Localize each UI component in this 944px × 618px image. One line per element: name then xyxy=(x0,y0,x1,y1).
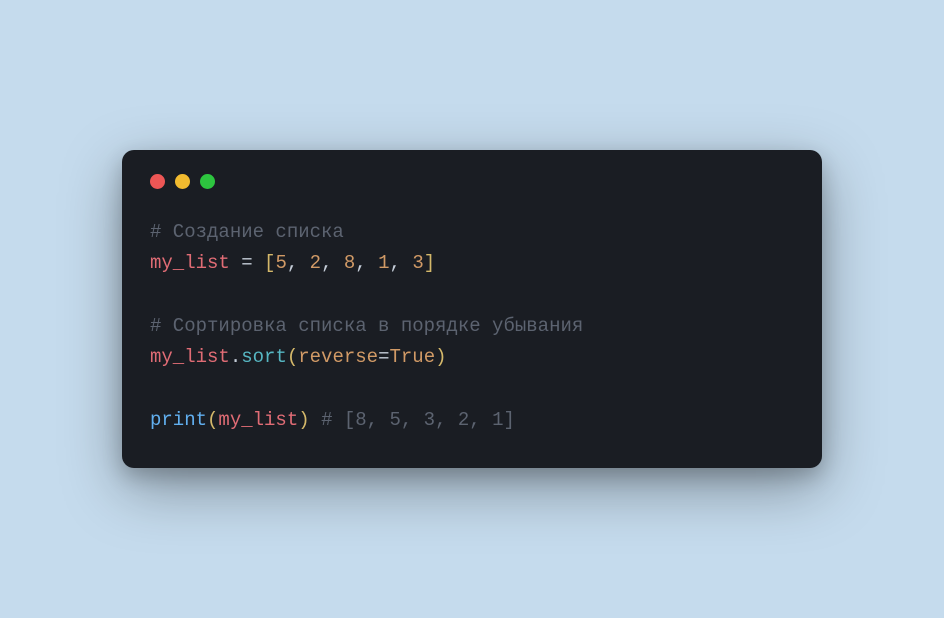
code-comment: # Сортировка списка в порядке убывания xyxy=(150,315,583,337)
code-comment: # [8, 5, 3, 2, 1] xyxy=(321,409,515,431)
code-method: sort xyxy=(241,346,287,368)
code-builtin: print xyxy=(150,409,207,431)
code-bracket: [ xyxy=(264,252,275,274)
code-punct: . xyxy=(230,346,241,368)
code-block: # Создание списка my_list = [5, 2, 8, 1,… xyxy=(150,217,794,436)
code-bracket: ) xyxy=(298,409,309,431)
code-window: # Создание списка my_list = [5, 2, 8, 1,… xyxy=(122,150,822,468)
code-variable: my_list xyxy=(218,409,298,431)
code-punct: , xyxy=(321,252,344,274)
code-number: 5 xyxy=(275,252,286,274)
code-number: 1 xyxy=(378,252,389,274)
code-variable: my_list xyxy=(150,252,230,274)
code-number: 8 xyxy=(344,252,355,274)
code-bracket: ) xyxy=(435,346,446,368)
code-bracket: ( xyxy=(287,346,298,368)
code-bracket: ] xyxy=(424,252,435,274)
maximize-icon[interactable] xyxy=(200,174,215,189)
code-comment: # Создание списка xyxy=(150,221,344,243)
code-punct: , xyxy=(355,252,378,274)
minimize-icon[interactable] xyxy=(175,174,190,189)
close-icon[interactable] xyxy=(150,174,165,189)
code-punct: , xyxy=(390,252,413,274)
window-controls xyxy=(150,174,794,189)
code-punct: , xyxy=(287,252,310,274)
code-param: reverse xyxy=(298,346,378,368)
code-boolean: True xyxy=(389,346,435,368)
code-variable: my_list xyxy=(150,346,230,368)
code-bracket: ( xyxy=(207,409,218,431)
code-operator: = xyxy=(230,252,264,274)
code-operator: = xyxy=(378,346,389,368)
code-number: 3 xyxy=(412,252,423,274)
code-space xyxy=(310,409,321,431)
code-number: 2 xyxy=(310,252,321,274)
